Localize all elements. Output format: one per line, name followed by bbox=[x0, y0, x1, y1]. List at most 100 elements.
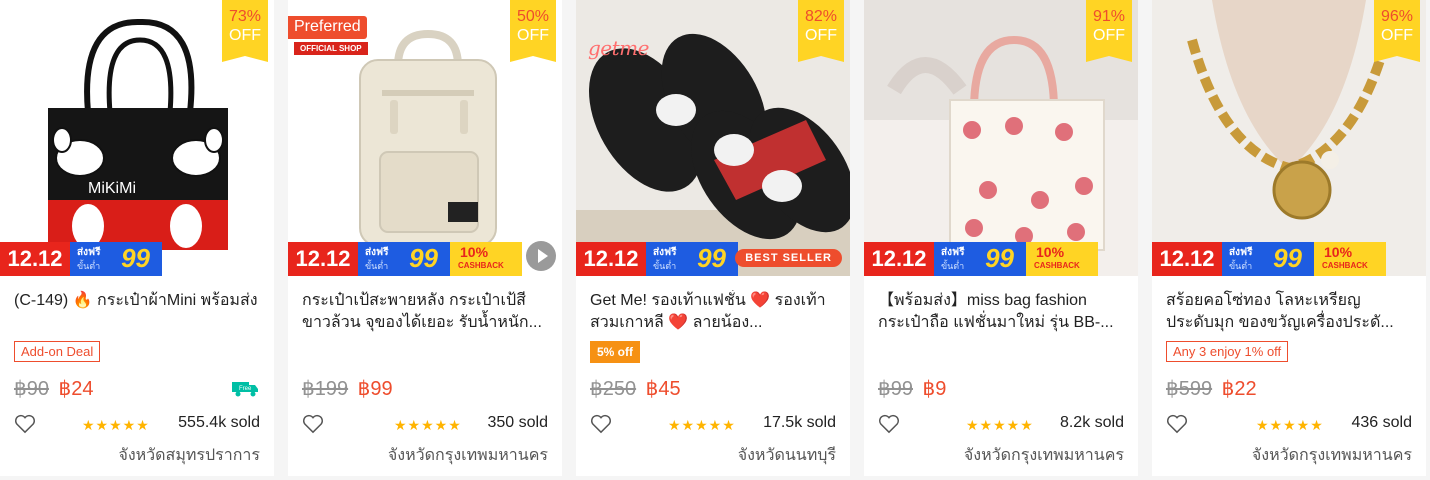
free-ship-min: 99 bbox=[121, 243, 150, 273]
product-card[interactable]: 91% OFF 12.12 ส่งฟรี ขั้นต่ำ 99 10% CASH… bbox=[864, 0, 1138, 476]
promo-banner: 12.12 ส่งฟรี ขั้นต่ำ 99 10% CASHBACK bbox=[288, 240, 562, 276]
discount-off-label: OFF bbox=[1093, 27, 1125, 44]
sold-count: 8.2k sold bbox=[1059, 414, 1124, 431]
discount-badge: 50% OFF bbox=[510, 0, 556, 62]
cashback-banner: 10% CASHBACK bbox=[1026, 242, 1098, 276]
product-image[interactable]: Preferred OFFICIAL SHOP 50% OFF 12.12 ส่… bbox=[288, 0, 562, 276]
product-image[interactable]: MiKiMi 73% OFF 12.12 ส่งฟรี ขั้นต่ำ 99 bbox=[0, 0, 274, 276]
current-price: ฿9 bbox=[922, 378, 947, 400]
shop-location: จังหวัดกรุงเทพมหานคร bbox=[387, 447, 548, 464]
product-image[interactable]: 96% OFF 12.12 ส่งฟรี ขั้นต่ำ 99 10% CASH… bbox=[1152, 0, 1426, 276]
bag-print-text: MiKiMi bbox=[88, 180, 136, 197]
product-name[interactable]: Get Me! รองเท้าแฟชั่น ❤️ รองเท้าสวมเกาหล… bbox=[590, 290, 836, 334]
free-ship-min: 99 bbox=[985, 243, 1014, 273]
sold-count: 555.4k sold bbox=[178, 414, 260, 431]
svg-text:Free: Free bbox=[239, 386, 252, 392]
product-image[interactable]: getme 82% OFF 12.12 ส่งฟรี ขั้นต่ำ 99 BE… bbox=[576, 0, 850, 276]
product-name[interactable]: สร้อยคอโซ่ทอง โลหะเหรียญ ประดับมุก ของขว… bbox=[1166, 290, 1412, 334]
rating-stars: ★★★★★ bbox=[668, 417, 736, 433]
free-shipping-banner: ส่งฟรี ขั้นต่ำ 99 bbox=[646, 242, 738, 276]
discount-off-label: OFF bbox=[805, 27, 837, 44]
discount-percent: 73% bbox=[228, 8, 262, 25]
sale-1212-label: 12.12 bbox=[576, 242, 646, 276]
rating-stars: ★★★★★ bbox=[394, 417, 462, 433]
discount-percent: 82% bbox=[804, 8, 838, 25]
cashback-banner: 10% CASHBACK bbox=[450, 242, 522, 276]
bundle-deal-tag: Any 3 enjoy 1% off bbox=[1166, 341, 1289, 362]
original-price: ฿199 bbox=[302, 378, 349, 400]
heart-icon[interactable] bbox=[878, 414, 900, 434]
current-price: ฿45 bbox=[645, 378, 681, 400]
discount-off-label: OFF bbox=[517, 27, 549, 44]
sold-count: 350 sold bbox=[487, 414, 549, 431]
discount-percent: 96% bbox=[1380, 8, 1414, 25]
cashback-label: CASHBACK bbox=[1034, 261, 1080, 270]
current-price: ฿22 bbox=[1221, 378, 1257, 400]
sale-1212-label: 12.12 bbox=[288, 242, 358, 276]
heart-icon[interactable] bbox=[590, 414, 612, 434]
preferred-badge: Preferred bbox=[288, 16, 367, 39]
free-ship-title: ส่งฟรี bbox=[1229, 247, 1253, 258]
sale-1212-label: 12.12 bbox=[0, 242, 70, 276]
promo-banner: 12.12 ส่งฟรี ขั้นต่ำ 99 10% CASHBACK bbox=[1152, 240, 1426, 276]
product-card[interactable]: 96% OFF 12.12 ส่งฟรี ขั้นต่ำ 99 10% CASH… bbox=[1152, 0, 1426, 476]
free-ship-title: ส่งฟรี bbox=[941, 247, 965, 258]
free-shipping-banner: ส่งฟรี ขั้นต่ำ 99 bbox=[358, 242, 450, 276]
free-ship-sub: ขั้นต่ำ bbox=[1229, 261, 1253, 271]
original-price: ฿99 bbox=[878, 378, 913, 400]
discount-badge: 73% OFF bbox=[222, 0, 268, 62]
cashback-percent: 10% bbox=[460, 244, 489, 260]
free-ship-min: 99 bbox=[1273, 243, 1302, 273]
product-name[interactable]: กระเป๋าเป้สะพายหลัง กระเป๋าเป้สีขาวล้วน … bbox=[302, 290, 548, 334]
product-name[interactable]: 【พร้อมส่ง】miss bag fashion กระเป๋าถือ แฟ… bbox=[878, 290, 1124, 334]
sold-count: 436 sold bbox=[1351, 414, 1413, 431]
shop-location: จังหวัดกรุงเทพมหานคร bbox=[963, 447, 1124, 464]
rating-stars: ★★★★★ bbox=[82, 417, 150, 433]
cashback-percent: 10% bbox=[1036, 244, 1065, 260]
heart-icon[interactable] bbox=[1166, 414, 1188, 434]
discount-badge: 91% OFF bbox=[1086, 0, 1132, 62]
promo-banner: 12.12 ส่งฟรี ขั้นต่ำ 99 10% CASHBACK bbox=[864, 240, 1138, 276]
price-row: ฿599 ฿22 bbox=[1166, 376, 1257, 401]
brand-logo: getme bbox=[588, 36, 649, 60]
product-card[interactable]: MiKiMi 73% OFF 12.12 ส่งฟรี ขั้นต่ำ 99 (… bbox=[0, 0, 274, 476]
free-ship-sub: ขั้นต่ำ bbox=[653, 261, 677, 271]
free-ship-title: ส่งฟรี bbox=[77, 247, 101, 258]
product-image[interactable]: 91% OFF 12.12 ส่งฟรี ขั้นต่ำ 99 10% CASH… bbox=[864, 0, 1138, 276]
original-price: ฿250 bbox=[590, 378, 637, 400]
price-row: ฿99 ฿9 bbox=[878, 376, 946, 401]
free-shipping-banner: ส่งฟรี ขั้นต่ำ 99 bbox=[934, 242, 1026, 276]
heart-icon[interactable] bbox=[302, 414, 324, 434]
cashback-percent: 10% bbox=[1324, 244, 1353, 260]
original-price: ฿90 bbox=[14, 378, 49, 400]
cashback-banner: 10% CASHBACK bbox=[1314, 242, 1386, 276]
free-shipping-truck-icon: Free bbox=[232, 382, 258, 397]
sale-1212-label: 12.12 bbox=[864, 242, 934, 276]
sale-1212-label: 12.12 bbox=[1152, 242, 1222, 276]
video-play-icon[interactable] bbox=[526, 241, 556, 271]
free-ship-min: 99 bbox=[697, 243, 726, 273]
sold-count: 17.5k sold bbox=[763, 414, 836, 431]
free-ship-sub: ขั้นต่ำ bbox=[365, 261, 389, 271]
discount-badge: 82% OFF bbox=[798, 0, 844, 62]
product-grid: MiKiMi 73% OFF 12.12 ส่งฟรี ขั้นต่ำ 99 (… bbox=[0, 0, 1430, 480]
add-on-deal-tag: Add-on Deal bbox=[14, 341, 101, 362]
shop-location: จังหวัดสมุทรปราการ bbox=[118, 447, 260, 464]
cashback-label: CASHBACK bbox=[458, 261, 504, 270]
rating-stars: ★★★★★ bbox=[1256, 417, 1324, 433]
current-price: ฿99 bbox=[357, 378, 393, 400]
cashback-label: CASHBACK bbox=[1322, 261, 1368, 270]
product-card[interactable]: Preferred OFFICIAL SHOP 50% OFF 12.12 ส่… bbox=[288, 0, 562, 476]
shop-location: จังหวัดกรุงเทพมหานคร bbox=[1251, 447, 1412, 464]
price-row: ฿90 ฿24 bbox=[14, 376, 94, 401]
product-name[interactable]: (C-149) 🔥 กระเป๋าผ้าMini พร้อมส่ง bbox=[14, 290, 260, 334]
product-card[interactable]: getme 82% OFF 12.12 ส่งฟรี ขั้นต่ำ 99 BE… bbox=[576, 0, 850, 476]
free-ship-min: 99 bbox=[409, 243, 438, 273]
free-ship-title: ส่งฟรี bbox=[653, 247, 677, 258]
discount-off-label: OFF bbox=[229, 27, 261, 44]
free-shipping-banner: ส่งฟรี ขั้นต่ำ 99 bbox=[1222, 242, 1314, 276]
heart-icon[interactable] bbox=[14, 414, 36, 434]
discount-off-label: OFF bbox=[1381, 27, 1413, 44]
price-row: ฿250 ฿45 bbox=[590, 376, 681, 401]
discount-percent: 91% bbox=[1092, 8, 1126, 25]
